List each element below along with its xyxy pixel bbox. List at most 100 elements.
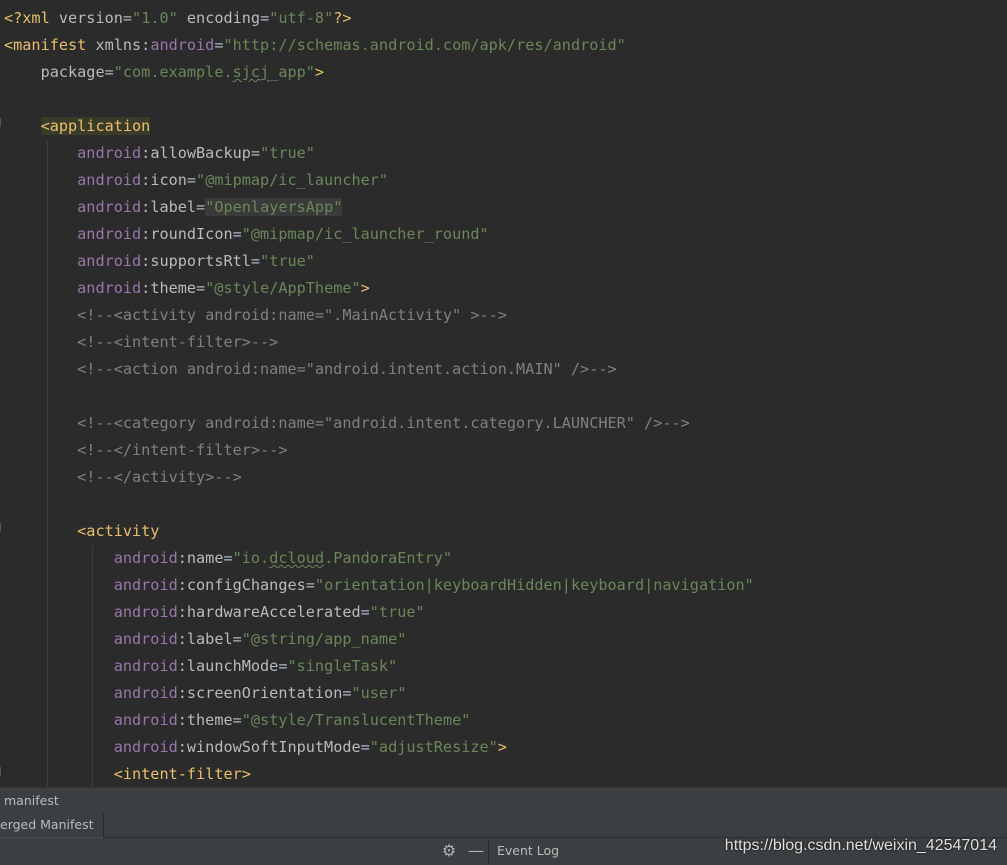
code-token: android bbox=[150, 36, 215, 54]
code-token: "http://schemas.android.com/apk/res/andr… bbox=[223, 36, 626, 54]
code-token: <intent-filter> bbox=[113, 765, 251, 783]
code-token: <?xml bbox=[4, 9, 59, 27]
code-line: <!--</activity>--> bbox=[4, 464, 242, 491]
code-token: "singleTask" bbox=[287, 657, 398, 675]
code-token: > bbox=[497, 738, 507, 756]
code-token: :theme bbox=[141, 279, 197, 297]
code-token: android bbox=[77, 252, 142, 270]
code-editor[interactable]: <?xml version="1.0" encoding="utf-8"?> <m… bbox=[0, 0, 1007, 787]
bottom-tool-strip: ⚙ — Event Log https://blog.csdn.net/weix… bbox=[0, 838, 1007, 865]
code-token: version bbox=[58, 9, 123, 27]
code-token: package bbox=[40, 63, 105, 81]
code-token: xmlns: bbox=[95, 36, 151, 54]
code-token: = bbox=[360, 738, 370, 756]
code-line: android:theme="@style/AppTheme"> bbox=[4, 275, 370, 302]
code-token: _app" bbox=[269, 63, 315, 81]
code-token: = bbox=[104, 63, 114, 81]
code-token: = bbox=[360, 603, 370, 621]
code-token: :launchMode bbox=[177, 657, 279, 675]
editor-tab-bar: erged Manifest bbox=[0, 813, 1007, 839]
breadcrumb-item-manifest[interactable]: manifest bbox=[4, 788, 59, 813]
code-token: :roundIcon bbox=[141, 225, 233, 243]
code-token: <!--<action android:name="android.intent… bbox=[77, 360, 617, 378]
code-token: android bbox=[113, 576, 178, 594]
code-token: "orientation|keyboardHidden|keyboard|nav… bbox=[314, 576, 754, 594]
code-token: :configChanges bbox=[177, 576, 306, 594]
gear-icon[interactable]: ⚙ bbox=[440, 842, 458, 860]
code-token: "true" bbox=[369, 603, 425, 621]
code-token: :allowBackup bbox=[141, 144, 251, 162]
code-token: = bbox=[186, 171, 197, 189]
event-log-tab[interactable]: Event Log bbox=[497, 838, 559, 864]
code-token: "1.0" bbox=[132, 9, 178, 27]
code-token: android bbox=[113, 603, 178, 621]
code-line: android:roundIcon="@mipmap/ic_launcher_r… bbox=[4, 221, 489, 248]
code-token: :label bbox=[141, 198, 197, 216]
code-token: :name bbox=[177, 549, 224, 567]
code-token: = bbox=[196, 198, 206, 216]
code-token: = bbox=[232, 630, 242, 648]
code-line: android:label="@string/app_name" bbox=[4, 626, 407, 653]
code-token: = bbox=[342, 684, 352, 702]
code-token: = bbox=[196, 279, 206, 297]
minimize-icon[interactable]: — bbox=[467, 842, 485, 860]
code-token: <!--<category android:name="android.inte… bbox=[77, 414, 690, 432]
code-line: android:screenOrientation="user" bbox=[4, 680, 407, 707]
code-token: "com.example. bbox=[113, 63, 233, 81]
code-token: <activity bbox=[77, 522, 160, 540]
code-token: = bbox=[232, 225, 242, 243]
code-token: ?> bbox=[333, 9, 352, 27]
code-token: :hardwareAccelerated bbox=[177, 603, 361, 621]
code-token: = bbox=[250, 144, 261, 162]
code-token: :icon bbox=[141, 171, 187, 189]
code-token: = bbox=[250, 252, 261, 270]
code-line: android:launchMode="singleTask" bbox=[4, 653, 398, 680]
code-token: :label bbox=[177, 630, 233, 648]
code-line: <!--<activity android:name=".MainActivit… bbox=[4, 302, 507, 329]
code-token: android bbox=[77, 171, 142, 189]
code-token: sjcj bbox=[232, 63, 270, 81]
code-line: android:name="io.dcloud.PandoraEntry" bbox=[4, 545, 452, 572]
code-line: <activity bbox=[4, 518, 159, 545]
tab-merged-manifest[interactable]: erged Manifest bbox=[0, 813, 104, 839]
code-token: "@style/TranslucentTheme" bbox=[241, 711, 471, 729]
code-token: = bbox=[260, 9, 270, 27]
code-token: "OpenlayersApp" bbox=[205, 198, 343, 216]
code-line: <!--<intent-filter>--> bbox=[4, 329, 278, 356]
code-token: "true" bbox=[260, 144, 315, 162]
code-token: android bbox=[113, 738, 178, 756]
code-token: > bbox=[360, 279, 370, 297]
code-token: .PandoraEntry" bbox=[324, 549, 453, 567]
code-token: "true" bbox=[260, 252, 315, 270]
divider bbox=[488, 841, 489, 863]
code-line: android:label="OpenlayersApp" bbox=[4, 194, 343, 221]
code-token: "@style/AppTheme" bbox=[205, 279, 361, 297]
code-line: <intent-filter> bbox=[4, 761, 251, 787]
code-token: "user" bbox=[351, 684, 407, 702]
code-token: android bbox=[113, 549, 178, 567]
code-token: = bbox=[232, 711, 242, 729]
code-token: <!--<intent-filter>--> bbox=[77, 333, 279, 351]
code-token: android bbox=[113, 711, 178, 729]
code-token: "utf-8" bbox=[269, 9, 334, 27]
code-line: <!--<action android:name="android.intent… bbox=[4, 356, 617, 383]
code-token: <application bbox=[40, 117, 151, 135]
code-line: android:icon="@mipmap/ic_launcher" bbox=[4, 167, 388, 194]
